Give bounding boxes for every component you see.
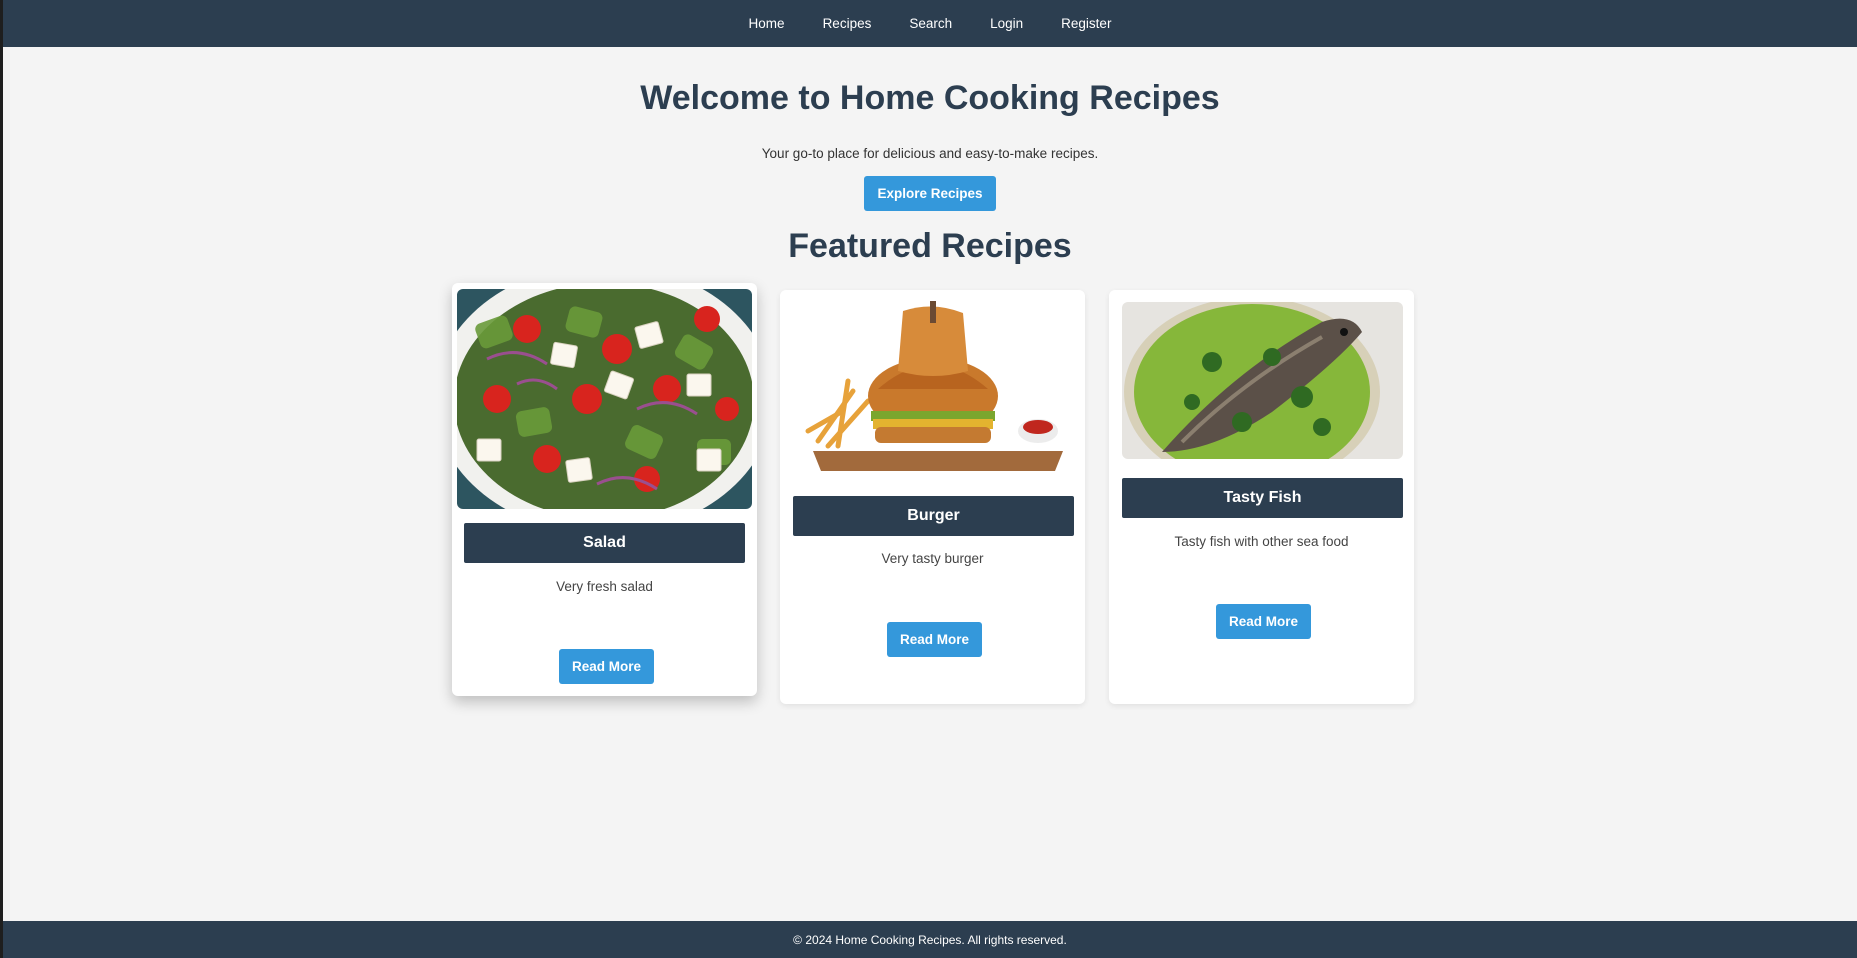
fish-image — [1122, 302, 1403, 459]
explore-recipes-button[interactable]: Explore Recipes — [864, 176, 996, 211]
recipe-card-description: Tasty fish with other sea food — [1174, 534, 1349, 549]
salad-image — [457, 289, 752, 509]
recipe-card-burger[interactable]: Burger Very tasty burger Read More — [780, 290, 1085, 704]
read-more-button[interactable]: Read More — [1216, 604, 1312, 639]
nav-link-login[interactable]: Login — [971, 16, 1042, 31]
recipe-card-tasty-fish[interactable]: Tasty Fish Tasty fish with other sea foo… — [1109, 290, 1414, 704]
nav-link-home[interactable]: Home — [730, 16, 804, 31]
hero-section: Welcome to Home Cooking Recipes Your go-… — [3, 47, 1857, 211]
nav-link-recipes[interactable]: Recipes — [804, 16, 891, 31]
nav-link-search[interactable]: Search — [890, 16, 971, 31]
top-navbar: Home Recipes Search Login Register — [3, 0, 1857, 47]
recipe-card-description: Very tasty burger — [881, 551, 984, 566]
read-more-button[interactable]: Read More — [887, 622, 983, 657]
page-footer: © 2024 Home Cooking Recipes. All rights … — [3, 921, 1857, 958]
recipe-card-salad[interactable]: Salad Very fresh salad Read More — [452, 283, 757, 696]
recipe-card-title: Salad — [464, 523, 745, 563]
hero-title: Welcome to Home Cooking Recipes — [640, 79, 1220, 117]
featured-recipes-title: Featured Recipes — [788, 227, 1072, 265]
recipe-card-title: Tasty Fish — [1122, 478, 1403, 518]
footer-copyright: © 2024 Home Cooking Recipes. All rights … — [793, 932, 1067, 947]
burger-image — [793, 301, 1074, 478]
recipe-card-title: Burger — [793, 496, 1074, 536]
hero-subtitle: Your go-to place for delicious and easy-… — [761, 146, 1099, 161]
recipe-card-description: Very fresh salad — [556, 579, 653, 594]
nav-link-register[interactable]: Register — [1042, 16, 1130, 31]
read-more-button[interactable]: Read More — [559, 649, 655, 684]
